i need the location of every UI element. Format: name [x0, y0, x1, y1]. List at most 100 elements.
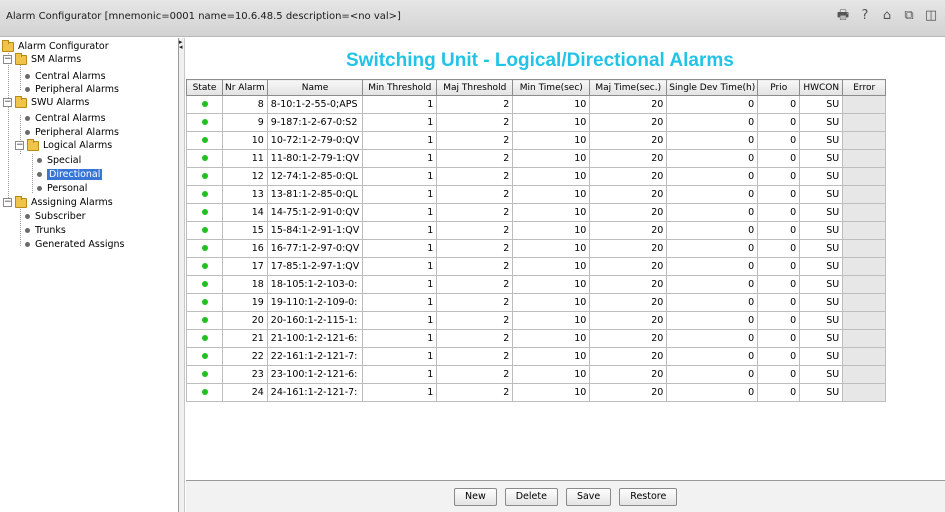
- cell-nr-alarm[interactable]: 12: [222, 167, 268, 186]
- cell-min-threshold[interactable]: 1: [362, 293, 438, 312]
- cell-min-threshold[interactable]: 1: [362, 347, 438, 366]
- cell-min-threshold[interactable]: 1: [362, 329, 438, 348]
- cell-prio[interactable]: 0: [757, 203, 801, 222]
- cell-prio[interactable]: 0: [757, 365, 801, 384]
- cell-single-dev-time[interactable]: 0: [666, 95, 759, 114]
- cell-nr-alarm[interactable]: 18: [222, 275, 268, 294]
- cell-min-threshold[interactable]: 1: [362, 383, 438, 402]
- cell-error[interactable]: [842, 113, 887, 132]
- cell-single-dev-time[interactable]: 0: [666, 293, 759, 312]
- delete-button[interactable]: Delete: [504, 488, 558, 506]
- cell-min-time[interactable]: 10: [512, 347, 591, 366]
- table-row[interactable]: 19 19-110:1-2-109-0: 1 2 10 20 0 0 SU: [186, 293, 887, 312]
- table-row[interactable]: 12 12-74:1-2-85-0:QL 1 2 10 20 0 0 SU: [186, 167, 887, 186]
- cell-error[interactable]: [842, 365, 887, 384]
- cell-prio[interactable]: 0: [757, 167, 801, 186]
- cell-name[interactable]: 10-72:1-2-79-0:QV: [266, 131, 364, 150]
- cell-error[interactable]: [842, 167, 887, 186]
- collapse-icon[interactable]: −: [3, 198, 12, 207]
- cell-maj-time[interactable]: 20: [589, 329, 668, 348]
- column-header-state[interactable]: State: [186, 79, 223, 96]
- cell-maj-time[interactable]: 20: [589, 131, 668, 150]
- cell-error[interactable]: [842, 383, 887, 402]
- cell-name[interactable]: 12-74:1-2-85-0:QL: [266, 167, 364, 186]
- cell-error[interactable]: [842, 257, 887, 276]
- cell-name[interactable]: 20-160:1-2-115-1:: [266, 311, 364, 330]
- cell-hwcon[interactable]: SU: [799, 239, 844, 258]
- tree-item-trunks[interactable]: Trunks: [22, 224, 66, 237]
- table-row[interactable]: 18 18-105:1-2-103-0: 1 2 10 20 0 0 SU: [186, 275, 887, 294]
- cell-prio[interactable]: 0: [757, 149, 801, 168]
- cell-maj-time[interactable]: 20: [589, 347, 668, 366]
- collapse-icon[interactable]: −: [15, 141, 24, 150]
- cell-min-time[interactable]: 10: [512, 311, 591, 330]
- table-row[interactable]: 17 17-85:1-2-97-1:QV 1 2 10 20 0 0 SU: [186, 257, 887, 276]
- cell-maj-threshold[interactable]: 2: [436, 329, 514, 348]
- cell-hwcon[interactable]: SU: [799, 149, 844, 168]
- cell-min-time[interactable]: 10: [512, 203, 591, 222]
- table-row[interactable]: 23 23-100:1-2-121-6: 1 2 10 20 0 0 SU: [186, 365, 887, 384]
- cell-min-threshold[interactable]: 1: [362, 131, 438, 150]
- cell-min-time[interactable]: 10: [512, 131, 591, 150]
- column-header-nr-alarm[interactable]: Nr Alarm: [222, 79, 268, 96]
- cell-maj-threshold[interactable]: 2: [436, 347, 514, 366]
- cell-prio[interactable]: 0: [757, 185, 801, 204]
- tree-item-swu-peripheral-alarms[interactable]: Peripheral Alarms: [22, 126, 119, 139]
- detach-icon[interactable]: ◫: [923, 7, 939, 25]
- cell-maj-time[interactable]: 20: [589, 221, 668, 240]
- cell-nr-alarm[interactable]: 8: [222, 95, 268, 114]
- cell-name[interactable]: 15-84:1-2-91-1:QV: [266, 221, 364, 240]
- cell-maj-threshold[interactable]: 2: [436, 221, 514, 240]
- cell-nr-alarm[interactable]: 19: [222, 293, 268, 312]
- cell-single-dev-time[interactable]: 0: [666, 383, 759, 402]
- cell-maj-time[interactable]: 20: [589, 149, 668, 168]
- cell-hwcon[interactable]: SU: [799, 203, 844, 222]
- cell-min-threshold[interactable]: 1: [362, 95, 438, 114]
- cell-prio[interactable]: 0: [757, 239, 801, 258]
- cell-maj-threshold[interactable]: 2: [436, 239, 514, 258]
- tree-item-swu-central-alarms[interactable]: Central Alarms: [22, 112, 106, 125]
- home-icon[interactable]: ⌂: [879, 7, 895, 25]
- cell-error[interactable]: [842, 131, 887, 150]
- column-header-maj-time[interactable]: Maj Time(sec.): [589, 79, 668, 96]
- cell-name[interactable]: 18-105:1-2-103-0:: [266, 275, 364, 294]
- cell-name[interactable]: 21-100:1-2-121-6:: [266, 329, 364, 348]
- cell-maj-time[interactable]: 20: [589, 167, 668, 186]
- cell-maj-threshold[interactable]: 2: [436, 149, 514, 168]
- cell-min-threshold[interactable]: 1: [362, 365, 438, 384]
- tree-item-assigning-alarms[interactable]: − Assigning Alarms: [3, 195, 113, 209]
- cell-prio[interactable]: 0: [757, 347, 801, 366]
- cell-single-dev-time[interactable]: 0: [666, 131, 759, 150]
- cell-error[interactable]: [842, 221, 887, 240]
- column-header-prio[interactable]: Prio: [757, 79, 801, 96]
- cell-hwcon[interactable]: SU: [799, 383, 844, 402]
- cell-min-time[interactable]: 10: [512, 257, 591, 276]
- cell-min-threshold[interactable]: 1: [362, 239, 438, 258]
- cell-hwcon[interactable]: SU: [799, 167, 844, 186]
- cell-error[interactable]: [842, 149, 887, 168]
- tree-item-directional[interactable]: Directional: [34, 168, 103, 181]
- tree-item-logical-alarms[interactable]: − Logical Alarms: [15, 138, 112, 152]
- cell-prio[interactable]: 0: [757, 113, 801, 132]
- column-header-name[interactable]: Name: [266, 79, 364, 96]
- cell-min-time[interactable]: 10: [512, 239, 591, 258]
- table-row[interactable]: 14 14-75:1-2-91-0:QV 1 2 10 20 0 0 SU: [186, 203, 887, 222]
- column-header-maj-threshold[interactable]: Maj Threshold: [436, 79, 514, 96]
- cell-single-dev-time[interactable]: 0: [666, 329, 759, 348]
- cell-nr-alarm[interactable]: 23: [222, 365, 268, 384]
- tree-item-generated-assigns[interactable]: Generated Assigns: [22, 238, 124, 251]
- cell-min-threshold[interactable]: 1: [362, 257, 438, 276]
- cell-single-dev-time[interactable]: 0: [666, 203, 759, 222]
- cell-single-dev-time[interactable]: 0: [666, 257, 759, 276]
- cell-single-dev-time[interactable]: 0: [666, 347, 759, 366]
- cell-maj-time[interactable]: 20: [589, 365, 668, 384]
- table-row[interactable]: 22 22-161:1-2-121-7: 1 2 10 20 0 0 SU: [186, 347, 887, 366]
- cell-prio[interactable]: 0: [757, 95, 801, 114]
- column-header-error[interactable]: Error: [842, 79, 887, 96]
- cell-min-threshold[interactable]: 1: [362, 167, 438, 186]
- cell-single-dev-time[interactable]: 0: [666, 365, 759, 384]
- print-icon[interactable]: 🖶: [835, 7, 851, 25]
- table-row[interactable]: 8 8-10:1-2-55-0;APS 1 2 10 20 0 0 SU: [186, 95, 887, 114]
- tree-item-sm-peripheral-alarms[interactable]: Peripheral Alarms: [22, 83, 119, 96]
- cell-prio[interactable]: 0: [757, 311, 801, 330]
